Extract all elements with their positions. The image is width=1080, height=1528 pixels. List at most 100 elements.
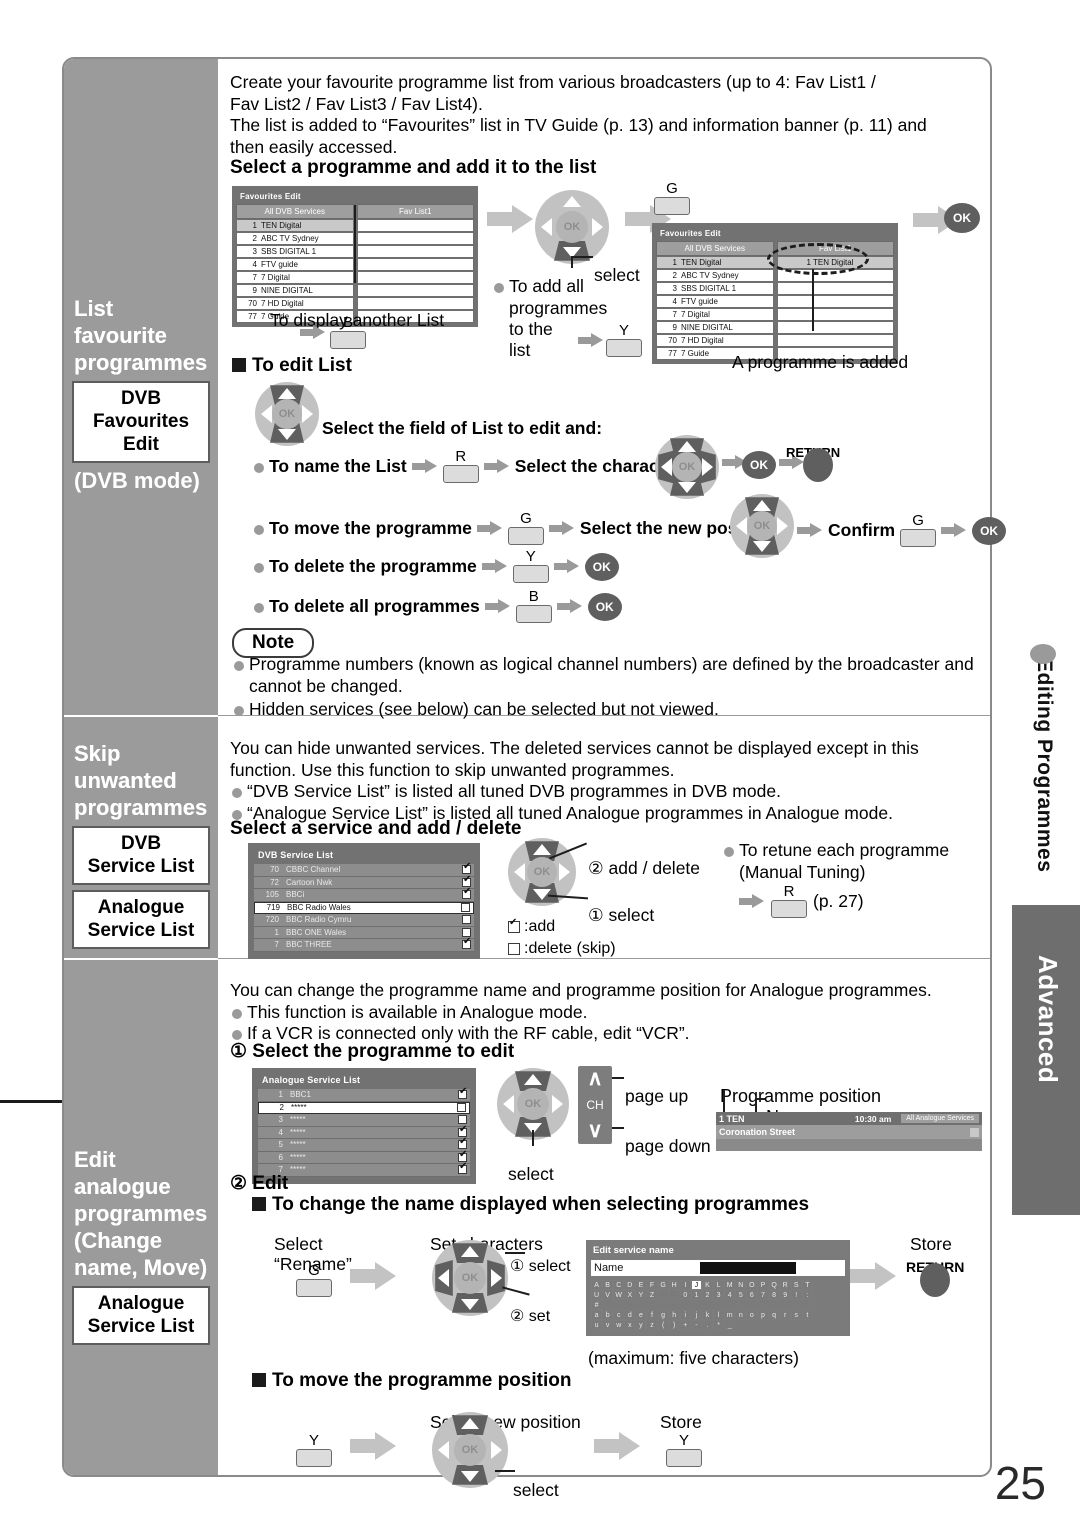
sidebar-item-skip-unwanted[interactable]: Skip unwanted programmes DVB Service Lis… <box>64 740 218 949</box>
keyboard-key[interactable]: c <box>613 1310 625 1320</box>
keyboard-key[interactable]: 2 <box>701 1290 714 1300</box>
keyboard-key[interactable]: I <box>679 1280 691 1290</box>
list-item[interactable]: 719 BBC Radio Wales <box>254 901 474 914</box>
ok-button-4[interactable]: OK <box>584 552 619 581</box>
keyboard-key[interactable]: o <box>746 1310 758 1320</box>
dpad-character[interactable]: OK <box>655 435 719 499</box>
keyboard-key[interactable]: # <box>591 1300 603 1310</box>
ok-center-7[interactable]: OK <box>454 1262 486 1294</box>
keyboard-key[interactable]: N <box>735 1280 747 1290</box>
table-row[interactable]: 4 FTV guide <box>656 295 774 308</box>
table-row[interactable] <box>356 232 474 245</box>
keyboard-key[interactable]: v <box>602 1320 614 1330</box>
keyboard-key[interactable]: 7 <box>757 1290 769 1300</box>
ok-button-2[interactable]: OK <box>742 451 776 479</box>
keyboard-row[interactable]: u v w x y z() + -. * _ <box>591 1320 845 1330</box>
chevron-down-icon[interactable]: ∨ <box>578 1120 612 1141</box>
table-row[interactable]: 2 ABC TV Sydney <box>656 269 774 282</box>
keyboard-key[interactable] <box>668 1290 680 1300</box>
sidebar-box-dvb-service-list[interactable]: DVB Service List <box>72 826 210 885</box>
table-row[interactable]: 3 SBS DIGITAL 1 <box>236 245 354 258</box>
keyboard-key[interactable]: k <box>701 1310 714 1320</box>
keyboard-key[interactable]: + <box>679 1320 691 1330</box>
keyboard-key[interactable]: * <box>713 1320 725 1330</box>
checkbox-empty-icon[interactable] <box>457 1103 466 1113</box>
table-row[interactable]: 77 Digital <box>236 271 354 284</box>
keyboard-row[interactable]: ABCDEFGHIJKLMNOPQRST <box>591 1280 845 1290</box>
colour-key-b-2[interactable]: B <box>515 589 552 623</box>
keyboard-key[interactable]: i <box>679 1310 691 1320</box>
colour-key-r-1[interactable]: R <box>442 449 479 483</box>
keyboard-key[interactable]: E <box>635 1280 647 1290</box>
colour-key-y-4[interactable]: Y <box>666 1433 702 1467</box>
list-item[interactable]: 4 ***** <box>258 1125 470 1139</box>
checkbox-empty-icon[interactable] <box>462 915 471 925</box>
keyboard-key[interactable]: 4 <box>724 1290 736 1300</box>
return-button-1[interactable] <box>803 448 833 482</box>
keyboard-key[interactable]: O <box>746 1280 758 1290</box>
table-row[interactable]: 9 NINE DIGITAL <box>236 284 354 297</box>
checkbox-empty-icon[interactable] <box>458 1115 467 1125</box>
keyboard-key[interactable]: 6 <box>746 1290 758 1300</box>
checkbox-checked-icon[interactable] <box>462 862 471 875</box>
keyboard-key[interactable]: p <box>757 1310 769 1320</box>
keyboard-key[interactable]: S <box>790 1280 802 1290</box>
keyboard-key[interactable]: h <box>668 1310 680 1320</box>
table-row[interactable] <box>356 284 474 297</box>
chevron-up-icon[interactable]: ∧ <box>578 1068 612 1089</box>
sidebar-item-list-favourites[interactable]: List favourite programmes DVB Favourites… <box>64 295 218 494</box>
sidebar-item-edit-analogue[interactable]: Edit analogue programmes (Change name, M… <box>64 1146 218 1345</box>
colour-key-g-2[interactable]: G <box>507 511 544 545</box>
table-row[interactable]: 3 SBS DIGITAL 1 <box>656 282 774 295</box>
colour-key-y-2[interactable]: Y <box>512 549 549 583</box>
keyboard-key[interactable]: r <box>779 1310 791 1320</box>
keyboard-key[interactable]: W <box>613 1290 625 1300</box>
table-row[interactable]: 1 TEN Digital <box>656 256 774 269</box>
keyboard-key[interactable]: J <box>690 1280 702 1290</box>
ok-button-5[interactable]: OK <box>587 592 622 621</box>
keyboard-key[interactable]: T <box>801 1280 813 1290</box>
keyboard-key[interactable]: R <box>779 1280 791 1290</box>
keyboard-key[interactable]: ( <box>657 1320 669 1330</box>
table-row[interactable]: 2 ABC TV Sydney <box>236 232 354 245</box>
keyboard-key[interactable]: L <box>713 1280 725 1290</box>
checkbox-checked-icon[interactable] <box>458 1162 467 1175</box>
keyboard-key[interactable]: V <box>602 1290 614 1300</box>
keyboard-key[interactable]: - <box>690 1320 702 1330</box>
ok-center-2[interactable]: OK <box>272 399 302 429</box>
table-row[interactable]: 4 FTV guide <box>236 258 354 271</box>
ok-center-8[interactable]: OK <box>454 1434 486 1466</box>
keyboard-key[interactable]: 3 <box>713 1290 725 1300</box>
keyboard-key[interactable]: G <box>657 1280 669 1290</box>
ok-button-1[interactable]: OK <box>944 203 980 233</box>
name-field-row[interactable]: Name <box>591 1260 845 1276</box>
table-row[interactable] <box>356 271 474 284</box>
ok-center-4[interactable]: OK <box>747 511 777 541</box>
keyboard-key[interactable]: f <box>646 1310 658 1320</box>
keyboard-key[interactable]: s <box>790 1310 802 1320</box>
list-item[interactable]: 7 ***** <box>258 1162 470 1177</box>
colour-key-y-3[interactable]: Y <box>296 1433 332 1467</box>
keyboard-key[interactable]: M <box>724 1280 736 1290</box>
list-item[interactable]: 3 ***** <box>258 1114 470 1127</box>
list-item[interactable]: 1 BBC ONE Wales <box>254 926 474 939</box>
keyboard-key[interactable]: Q <box>768 1280 780 1290</box>
sidebar-box-analogue-service-list-2[interactable]: Analogue Service List <box>72 1286 210 1345</box>
checkbox-checked-icon[interactable] <box>458 1137 467 1150</box>
keyboard-key[interactable]: B <box>602 1280 614 1290</box>
keyboard-key[interactable]: y <box>635 1320 647 1330</box>
keyboard-key[interactable]: D <box>624 1280 636 1290</box>
keyboard-key[interactable]: x <box>624 1320 636 1330</box>
keyboard-key[interactable]: a <box>591 1310 603 1320</box>
keyboard-key[interactable]: U <box>591 1290 603 1300</box>
sidebar-box-dvb-favourites-edit[interactable]: DVB Favourites Edit <box>72 381 210 463</box>
table-row[interactable]: 9 NINE DIGITAL <box>656 321 774 334</box>
keyboard-key[interactable]: C <box>613 1280 625 1290</box>
dpad-select-1[interactable]: OK <box>535 190 609 264</box>
colour-key-g-1[interactable]: G <box>654 181 690 215</box>
ok-button-3[interactable]: OK <box>972 516 1007 545</box>
keyboard-key[interactable]: l <box>713 1310 725 1320</box>
keyboard-key[interactable]: 0 <box>679 1290 691 1300</box>
keyboard-key[interactable]: d <box>624 1310 636 1320</box>
list-item[interactable]: 2 ***** <box>258 1101 470 1114</box>
